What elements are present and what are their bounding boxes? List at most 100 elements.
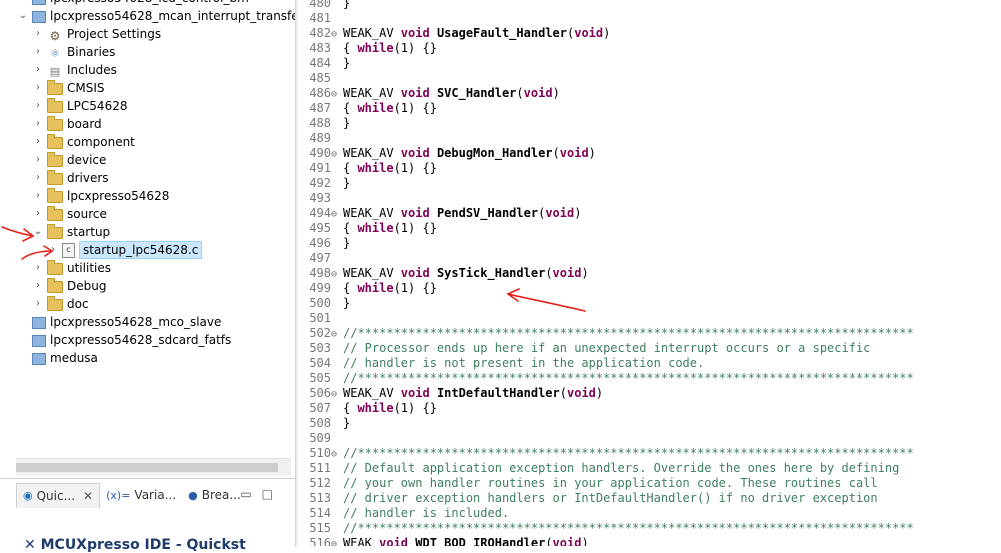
keyword: void [379,536,409,546]
code-text: } [343,296,350,310]
code-line: 516⊖ WEAK void WDT_BOD_IRQHandler(void) [296,536,588,546]
line-number: 495 [309,221,331,235]
tree-item[interactable]: ⌄ startup [33,223,110,241]
minimize-icon[interactable]: ▭ [240,487,261,501]
line-number: 483 [309,41,331,55]
code-line: 490⊖ WEAK_AV void DebugMon_Handler(void) [296,146,596,161]
code-token: WEAK_AV [343,266,401,280]
folder-icon [47,206,63,221]
fold-collapse-icon[interactable]: ⊖ [331,27,343,42]
chevron-right-icon[interactable]: › [33,79,43,97]
chevron-right-icon[interactable]: › [33,169,43,187]
tree-item-label: source [67,207,107,221]
fold-collapse-icon[interactable]: ⊖ [331,327,343,342]
fold-collapse-icon[interactable]: ⊖ [331,207,343,222]
tree-item[interactable]: lpcxpresso54628_lcd_control_bm [18,0,249,7]
tree-item[interactable]: › c startup_lpc54628.c [48,241,203,259]
code-token: (1) {} [393,221,437,235]
tree-item[interactable]: › device [33,151,106,169]
line-number: 489 [309,131,331,145]
code-token: ) [588,146,596,160]
tree-item[interactable]: › source [33,205,107,223]
chevron-right-icon[interactable]: › [33,43,43,61]
tab-quickstart[interactable]: ◉ Quic... ✕ [16,482,101,508]
chevron-right-icon[interactable]: › [33,205,43,223]
fold-collapse-icon[interactable]: ⊖ [331,537,343,546]
line-number: 513 [309,491,331,505]
code-line: 495 { while(1) {} [296,221,437,236]
line-number: 493 [309,191,331,205]
fold-collapse-icon[interactable]: ⊖ [331,147,343,162]
tree-item[interactable]: medusa [18,349,98,367]
breakpoints-icon: ● [188,488,198,502]
tree-item[interactable]: › Debug [33,277,106,295]
code-editor[interactable]: 480} 481 482⊖ WEAK_AV void UsageFault_Handl… [296,0,1001,546]
chevron-down-icon[interactable]: ⌄ [33,223,43,241]
tree-item[interactable]: › component [33,133,135,151]
close-icon[interactable]: ✕ [83,489,93,503]
tab-label: Varia... [134,488,177,502]
chevron-right-icon[interactable]: › [33,151,43,169]
chevron-right-icon[interactable]: › [33,295,43,313]
tree-item[interactable]: lpcxpresso54628_mco_slave [18,313,221,331]
fold-collapse-icon[interactable]: ⊖ [331,267,343,282]
tree-item[interactable]: › ⚛ Binaries [33,43,115,61]
folder-icon [47,278,63,293]
function-name: UsageFault_Handler [436,26,567,40]
maximize-icon[interactable]: □ [262,487,283,501]
chevron-right-icon[interactable]: › [33,97,43,115]
fold-collapse-icon[interactable]: ⊖ [331,447,343,462]
code-line: 509 [296,431,343,446]
tree-item[interactable]: › ⚙ Project Settings [33,25,161,43]
tree-item[interactable]: lpcxpresso54628_sdcard_fatfs [18,331,231,349]
comment: //**************************************… [343,326,914,340]
comment: // Default application exception handler… [343,461,900,475]
line-number: 504 [309,356,331,370]
project-explorer: lpcxpresso54628_lcd_control_bm ⌄ lpcxpress… [0,0,296,478]
tab-breakpoints[interactable]: ● Brea... [182,483,247,507]
tree-item[interactable]: › CMSIS [33,79,105,97]
chevron-right-icon[interactable]: › [48,241,58,259]
code-text: WEAK_AV void PendSV_Handler(void) [343,206,581,220]
line-number: 488 [309,116,331,130]
line-number: 510 [309,446,331,460]
chevron-right-icon[interactable]: › [33,259,43,277]
tree-item[interactable]: › drivers [33,169,109,187]
line-number: 498 [309,266,331,280]
code-text: { while(1) {} [343,161,437,175]
tree-item[interactable]: ⌄ lpcxpresso54628_mcan_interrupt_transfer… [18,7,295,25]
code-text: } [343,416,350,430]
panel-tabs: ◉ Quic... ✕ (x)= Varia... ● Brea... [16,482,247,508]
folder-icon [47,260,63,275]
tree-item[interactable]: › board [33,115,102,133]
chevron-right-icon[interactable]: › [33,61,43,79]
code-token: ) [581,266,589,280]
line-number: 501 [309,311,331,325]
horizontal-scrollbar[interactable] [16,458,291,476]
tab-variables[interactable]: (x)= Varia... [100,483,182,507]
line-number: 494 [309,206,331,220]
tree-item[interactable]: › doc [33,295,89,313]
line-number: 507 [309,401,331,415]
chevron-right-icon[interactable]: › [33,115,43,133]
chevron-down-icon[interactable]: ⌄ [18,7,28,25]
chevron-right-icon[interactable]: › [33,25,43,43]
code-line: 511 // Default application exception hand… [296,461,899,476]
function-name: DebugMon_Handler [436,146,553,160]
chevron-right-icon[interactable]: › [33,277,43,295]
fold-collapse-icon[interactable]: ⊖ [331,387,343,402]
code-line: 481 [296,11,343,26]
scrollbar-thumb[interactable] [16,463,278,472]
tree-item[interactable]: › ▤ Includes [33,61,117,79]
fold-collapse-icon[interactable]: ⊖ [331,87,343,102]
chevron-right-icon[interactable]: › [33,133,43,151]
comment: //**************************************… [343,446,914,460]
chevron-right-icon[interactable]: › [33,187,43,205]
tree-item[interactable]: › lpcxpresso54628 [33,187,169,205]
code-line: 503 // Processor ends up here if an unexp… [296,341,870,356]
tree-item[interactable]: › utilities [33,259,111,277]
tree-item[interactable]: › LPC54628 [33,97,127,115]
code-line: 488} [296,116,350,131]
code-line: 497 [296,251,343,266]
tree-item-label: Debug [67,279,107,293]
